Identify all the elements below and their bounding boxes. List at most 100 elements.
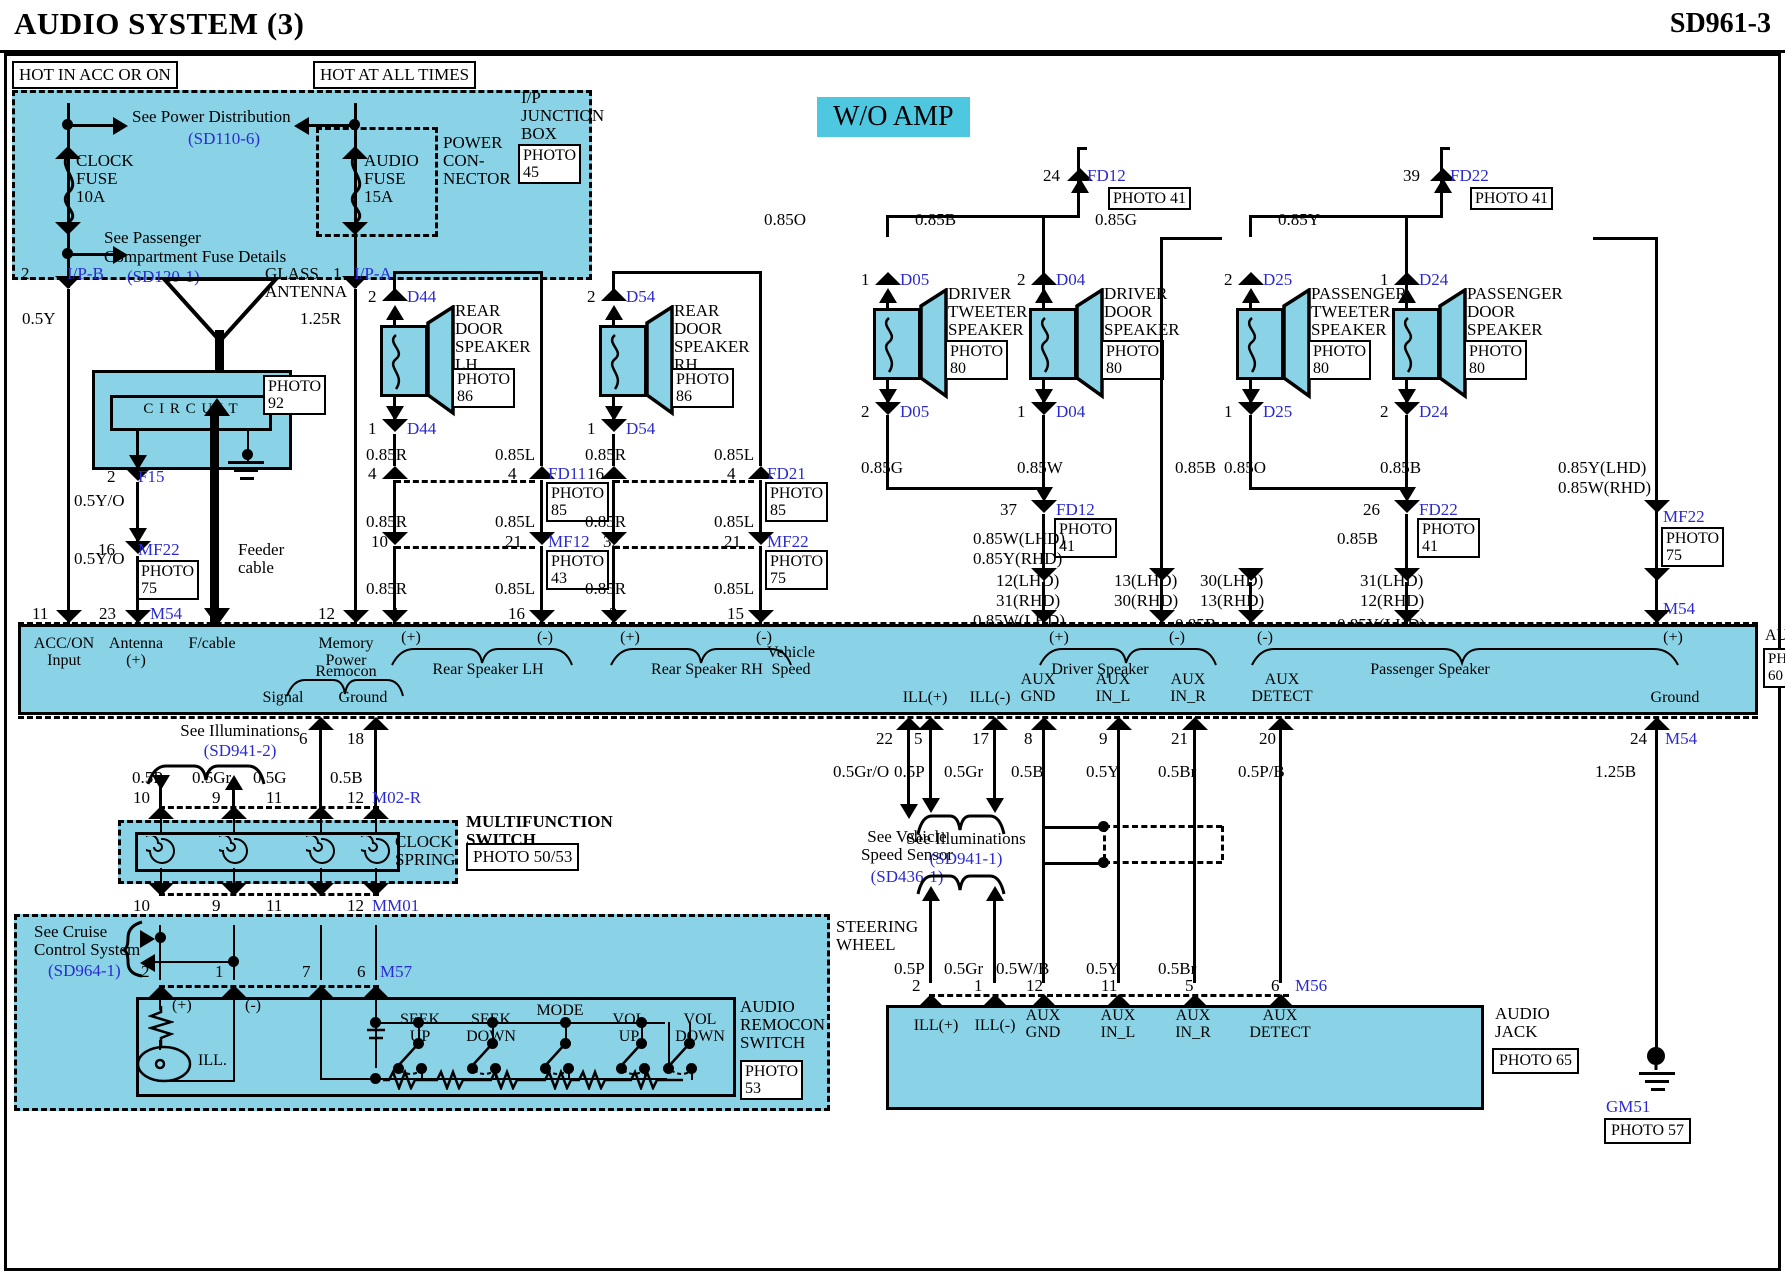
hot-all-arrow [294,117,309,135]
aux-detect-wire [1279,723,1282,983]
d05-to-fd12-h [886,487,1042,490]
y-rhd-1: 0.85Y(RHD) [973,549,1063,568]
wiring-diagram-page: AUDIO SYSTEM (3) SD961-3 W/O AMP HOT IN … [0,0,1785,1275]
mf22-right-chevron [1644,568,1670,581]
fd22-mid-down [1405,514,1408,568]
memory-power-wire [354,289,357,624]
mf22-right-photo: PHOTO 75 [1661,527,1725,567]
fd11-left-chevron [382,466,408,479]
m56-pin-1: 1 [974,976,983,995]
pin-d-rhd: 12(RHD) [1360,591,1425,610]
wire-085o-p: 0.85O [1224,458,1267,477]
gm51-bar-1 [1639,1072,1675,1075]
p-085w-rhd: 0.85W(RHD) [1558,478,1652,497]
aux-det-dash-top [1104,825,1222,828]
vehicle-speed-wire: 0.5Gr/O [833,762,890,781]
wire-085l-f: 0.85L [714,579,755,598]
cs-in-1 [160,815,162,835]
aux-in-r-label: AUX IN_R [1170,671,1206,705]
d24-bot-conn: D24 [1419,402,1449,421]
aux-gnd-wire [1042,723,1045,983]
ill-minus-arrow [986,798,1004,813]
ill-wire-a [159,998,161,1010]
m57-pin-7: 7 [302,962,311,981]
mm01-pin-9: 9 [212,896,221,915]
d25-top-chevron [1238,272,1264,285]
rear-lh-photo: PHOTO 86 [452,368,516,408]
audio-remocon-photo: PHOTO 53 [740,1060,804,1100]
d05-top-pin: 1 [861,270,870,289]
fd22-corner [1440,147,1450,150]
rear-lh-minus-drop [540,271,543,466]
antenna-wire-top: 0.5Y/O [74,491,125,510]
rear-rh-plus-wire [612,434,615,466]
mm01-pin-11: 11 [266,896,283,915]
d04-bot-pin: 1 [1017,402,1026,421]
func-ground: Ground [1650,689,1700,706]
gm51-photo: PHOTO 57 [1604,1118,1692,1144]
clock-fuse-chevron-down [55,222,81,235]
wire-05gr-1: 0.5Gr [192,768,232,787]
ground-symbol-icon [1647,1047,1665,1070]
fd12-mid-pin: 37 [1000,500,1017,519]
pin-11: 11 [32,604,49,623]
d44-top-pin: 2 [368,287,377,306]
d54-top-chevron [601,288,627,301]
passenger-door-photo: PHOTO 80 [1464,340,1528,380]
sw5-down [691,1068,693,1080]
ip-junction-box-label: I/P JUNCTION BOX [521,88,605,143]
passenger-fuse-branch [67,253,115,256]
rear-rh-plus-wire2 [612,480,615,532]
rear-lh-top-h [393,271,543,274]
wire-085g-top: 0.85G [1095,210,1138,229]
aux-det-h1 [1042,826,1104,829]
pin-22: 22 [876,729,893,748]
see-passenger-label-2: Compartment Fuse Details [104,247,287,266]
w-lhd-1: 0.85W(LHD) [973,529,1066,548]
d05-top-chevron [875,272,901,285]
btn-mode-label: MODE [536,1002,584,1019]
br-wire-05gr: 0.5Gr [944,762,984,781]
d44-bot-pin: 1 [368,419,377,438]
passenger-fuse-arrow [113,246,128,264]
fd11-name: FD11 [548,464,587,483]
m57-v3 [320,925,322,980]
ill-plus-wire-v [929,723,932,803]
gnd-bar-3 [240,477,254,480]
fd22-top-photo: PHOTO 41 [1470,187,1554,210]
sw-bus-left [320,998,322,1078]
speaker-coil-rear-lh [391,334,401,390]
spiral-icon-3 [306,836,335,864]
rear-lh-plus-wire2 [393,480,396,532]
fd12-corner [1077,147,1087,150]
br-wire-05y: 0.5Y [1086,762,1120,781]
brace-passenger-speaker [1251,648,1679,667]
see-ill-941-2-ref: (SD941-2) [203,741,277,760]
jack-aux-in-r: AUX IN_R [1175,1007,1211,1041]
steering-wheel-label: STEERING WHEEL [836,917,919,954]
pin-24: 24 [1630,729,1647,748]
br-wire-05pb: 0.5P/B [1238,762,1285,781]
pin-9: 9 [1099,729,1108,748]
ill-label: ILL. [198,1052,227,1069]
fd22-top-pin: 39 [1403,166,1420,185]
mf22-antenna-connector: MF22 [138,540,180,559]
passenger-plus-chevron [1644,610,1670,623]
pin-b-lhd: 13(LHD) [1114,571,1178,590]
m57-pin-1: 1 [215,962,224,981]
wire-085r-a: 0.85R [366,445,408,464]
jack-aux-in-l: AUX IN_L [1100,1007,1136,1041]
m57-pin-6: 6 [357,962,366,981]
see-power-distribution-label: See Power Distribution [132,107,291,126]
br-wire-05br: 0.5Br [1158,762,1197,781]
gm51-label: GM51 [1606,1097,1651,1116]
pin-a-lhd: 12(LHD) [996,571,1060,590]
ill-plus-arrow [922,798,940,813]
passenger-door-name: PASSENGER DOOR SPEAKER [1467,284,1563,339]
m02r-pin-10: 10 [133,788,150,807]
spiral-icon-4 [361,836,390,864]
driver-minus-chevron [1149,610,1175,623]
audio-unit-label: AUDIO [1765,627,1785,644]
pin-5: 5 [914,729,923,748]
wire-085r-f: 0.85R [585,579,627,598]
